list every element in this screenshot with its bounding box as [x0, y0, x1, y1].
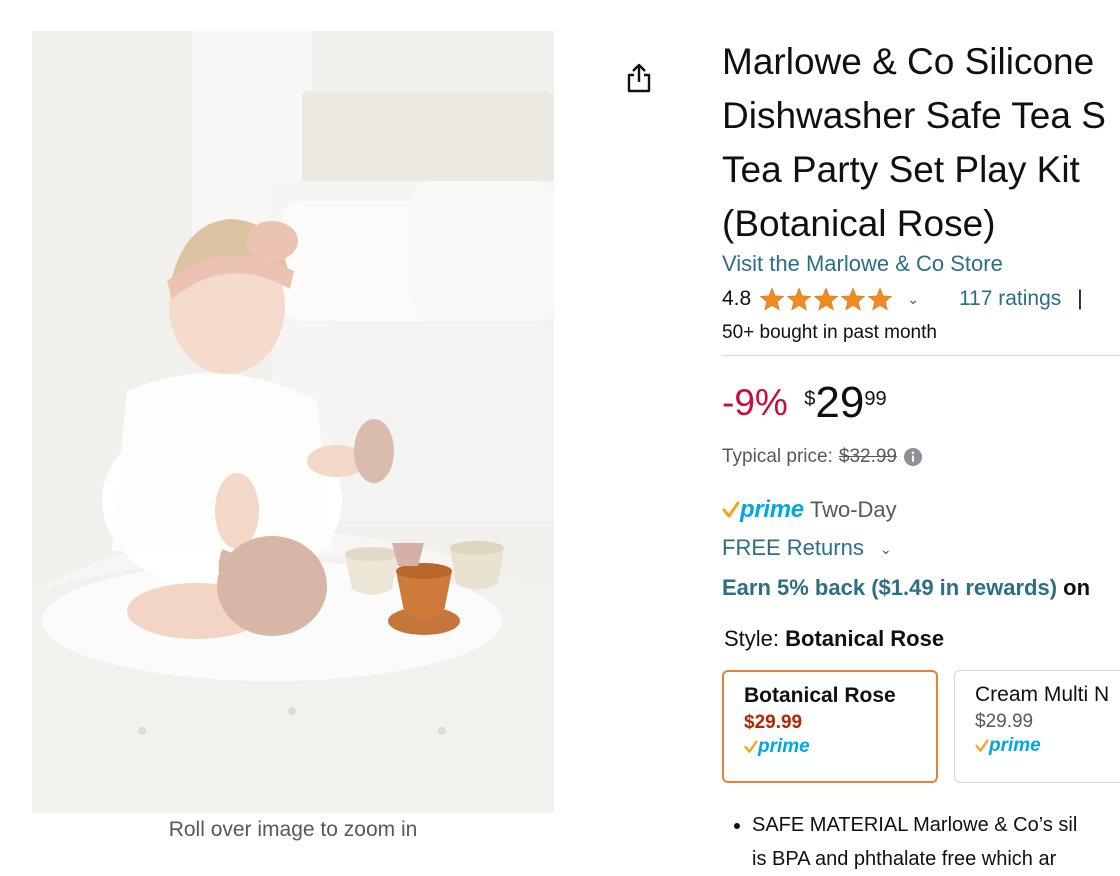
info-icon[interactable] [903, 447, 923, 467]
zoom-hint: Roll over image to zoom in [168, 818, 418, 841]
style-label-key: Style: [724, 626, 780, 651]
product-title-line: Marlowe & Co Silicone [722, 41, 1095, 82]
divider [722, 355, 1120, 356]
style-option-botanical-rose[interactable]: Botanical Rose $29.99 prime [722, 670, 938, 783]
prime-check-icon [744, 740, 758, 753]
star-icon [840, 287, 866, 311]
prime-check-icon [975, 739, 989, 752]
feature-bullet: SAFE MATERIAL Marlowe & Co’s sil is BPA … [752, 808, 1120, 876]
product-photo-illustration [32, 31, 554, 813]
style-option-prime: prime [744, 736, 936, 758]
style-option-name: Botanical Rose [744, 684, 896, 707]
star-icon [759, 287, 785, 311]
typical-price-value: $32.99 [838, 446, 897, 467]
product-title-line: Tea Party Set Play Kit [722, 149, 1080, 190]
feature-bullet-line: is BPA and phthalate free which ar [752, 848, 1057, 870]
rating-value: 4.8 [722, 287, 752, 310]
free-returns[interactable]: FREE Returns ⌄ [722, 535, 892, 561]
feature-bullets: SAFE MATERIAL Marlowe & Co’s sil is BPA … [722, 808, 1120, 876]
share-button[interactable] [620, 58, 658, 98]
prime-delivery: prime Two-Day [722, 496, 897, 524]
store-link[interactable]: Visit the Marlowe & Co Store [722, 251, 1003, 277]
star-icon [813, 287, 839, 311]
style-label: Style: Botanical Rose [724, 626, 944, 652]
product-main-image[interactable] [32, 31, 554, 813]
rewards-offer: Earn 5% back ($1.49 in rewards) on [722, 575, 1090, 601]
ratings-count-link[interactable]: 117 ratings [959, 287, 1061, 311]
discount-percent: -9% [722, 382, 788, 423]
star-icon [786, 287, 812, 311]
bought-count: 50+ bought in past month [722, 322, 937, 343]
chevron-down-icon[interactable]: ⌄ [907, 291, 919, 308]
style-option-prime: prime [975, 735, 1120, 757]
star-icon [867, 287, 893, 311]
rating-row: 4.8 ⌄ 117 ratings | [722, 284, 1083, 314]
prime-logo: prime [740, 496, 804, 523]
prime-speed: Two-Day [809, 497, 897, 522]
separator: | [1077, 287, 1083, 310]
style-option-name: Cream Multi N [975, 683, 1110, 706]
star-rating[interactable] [759, 287, 893, 311]
style-option-price: $29.99 [744, 712, 803, 733]
style-selected-value: Botanical Rose [785, 626, 945, 651]
product-title: Marlowe & Co Silicone Dishwasher Safe Te… [722, 35, 1120, 251]
share-icon [627, 63, 651, 93]
free-returns-label[interactable]: FREE Returns [722, 535, 864, 560]
typical-price-label: Typical price: [722, 446, 833, 467]
typical-price: Typical price: $32.99 [722, 446, 923, 468]
prime-check-icon [722, 501, 740, 518]
prime-logo: prime [758, 736, 810, 757]
feature-bullet-line: SAFE MATERIAL Marlowe & Co’s sil [752, 814, 1078, 836]
price-block: -9% $2999 [722, 378, 887, 432]
product-title-line: Dishwasher Safe Tea S [722, 95, 1106, 136]
chevron-down-icon[interactable]: ⌄ [880, 541, 892, 557]
style-option-cream-multi[interactable]: Cream Multi N $29.99 prime [954, 670, 1120, 783]
price-fraction: 99 [864, 388, 887, 410]
product-title-line: (Botanical Rose) [722, 203, 996, 244]
prime-logo: prime [989, 735, 1041, 756]
style-option-price: $29.99 [975, 711, 1034, 732]
rewards-link[interactable]: Earn 5% back ($1.49 in rewards) [722, 575, 1057, 600]
rewards-suffix: on [1057, 575, 1091, 600]
price-whole: 29 [815, 378, 865, 427]
price-currency: $ [804, 388, 816, 410]
